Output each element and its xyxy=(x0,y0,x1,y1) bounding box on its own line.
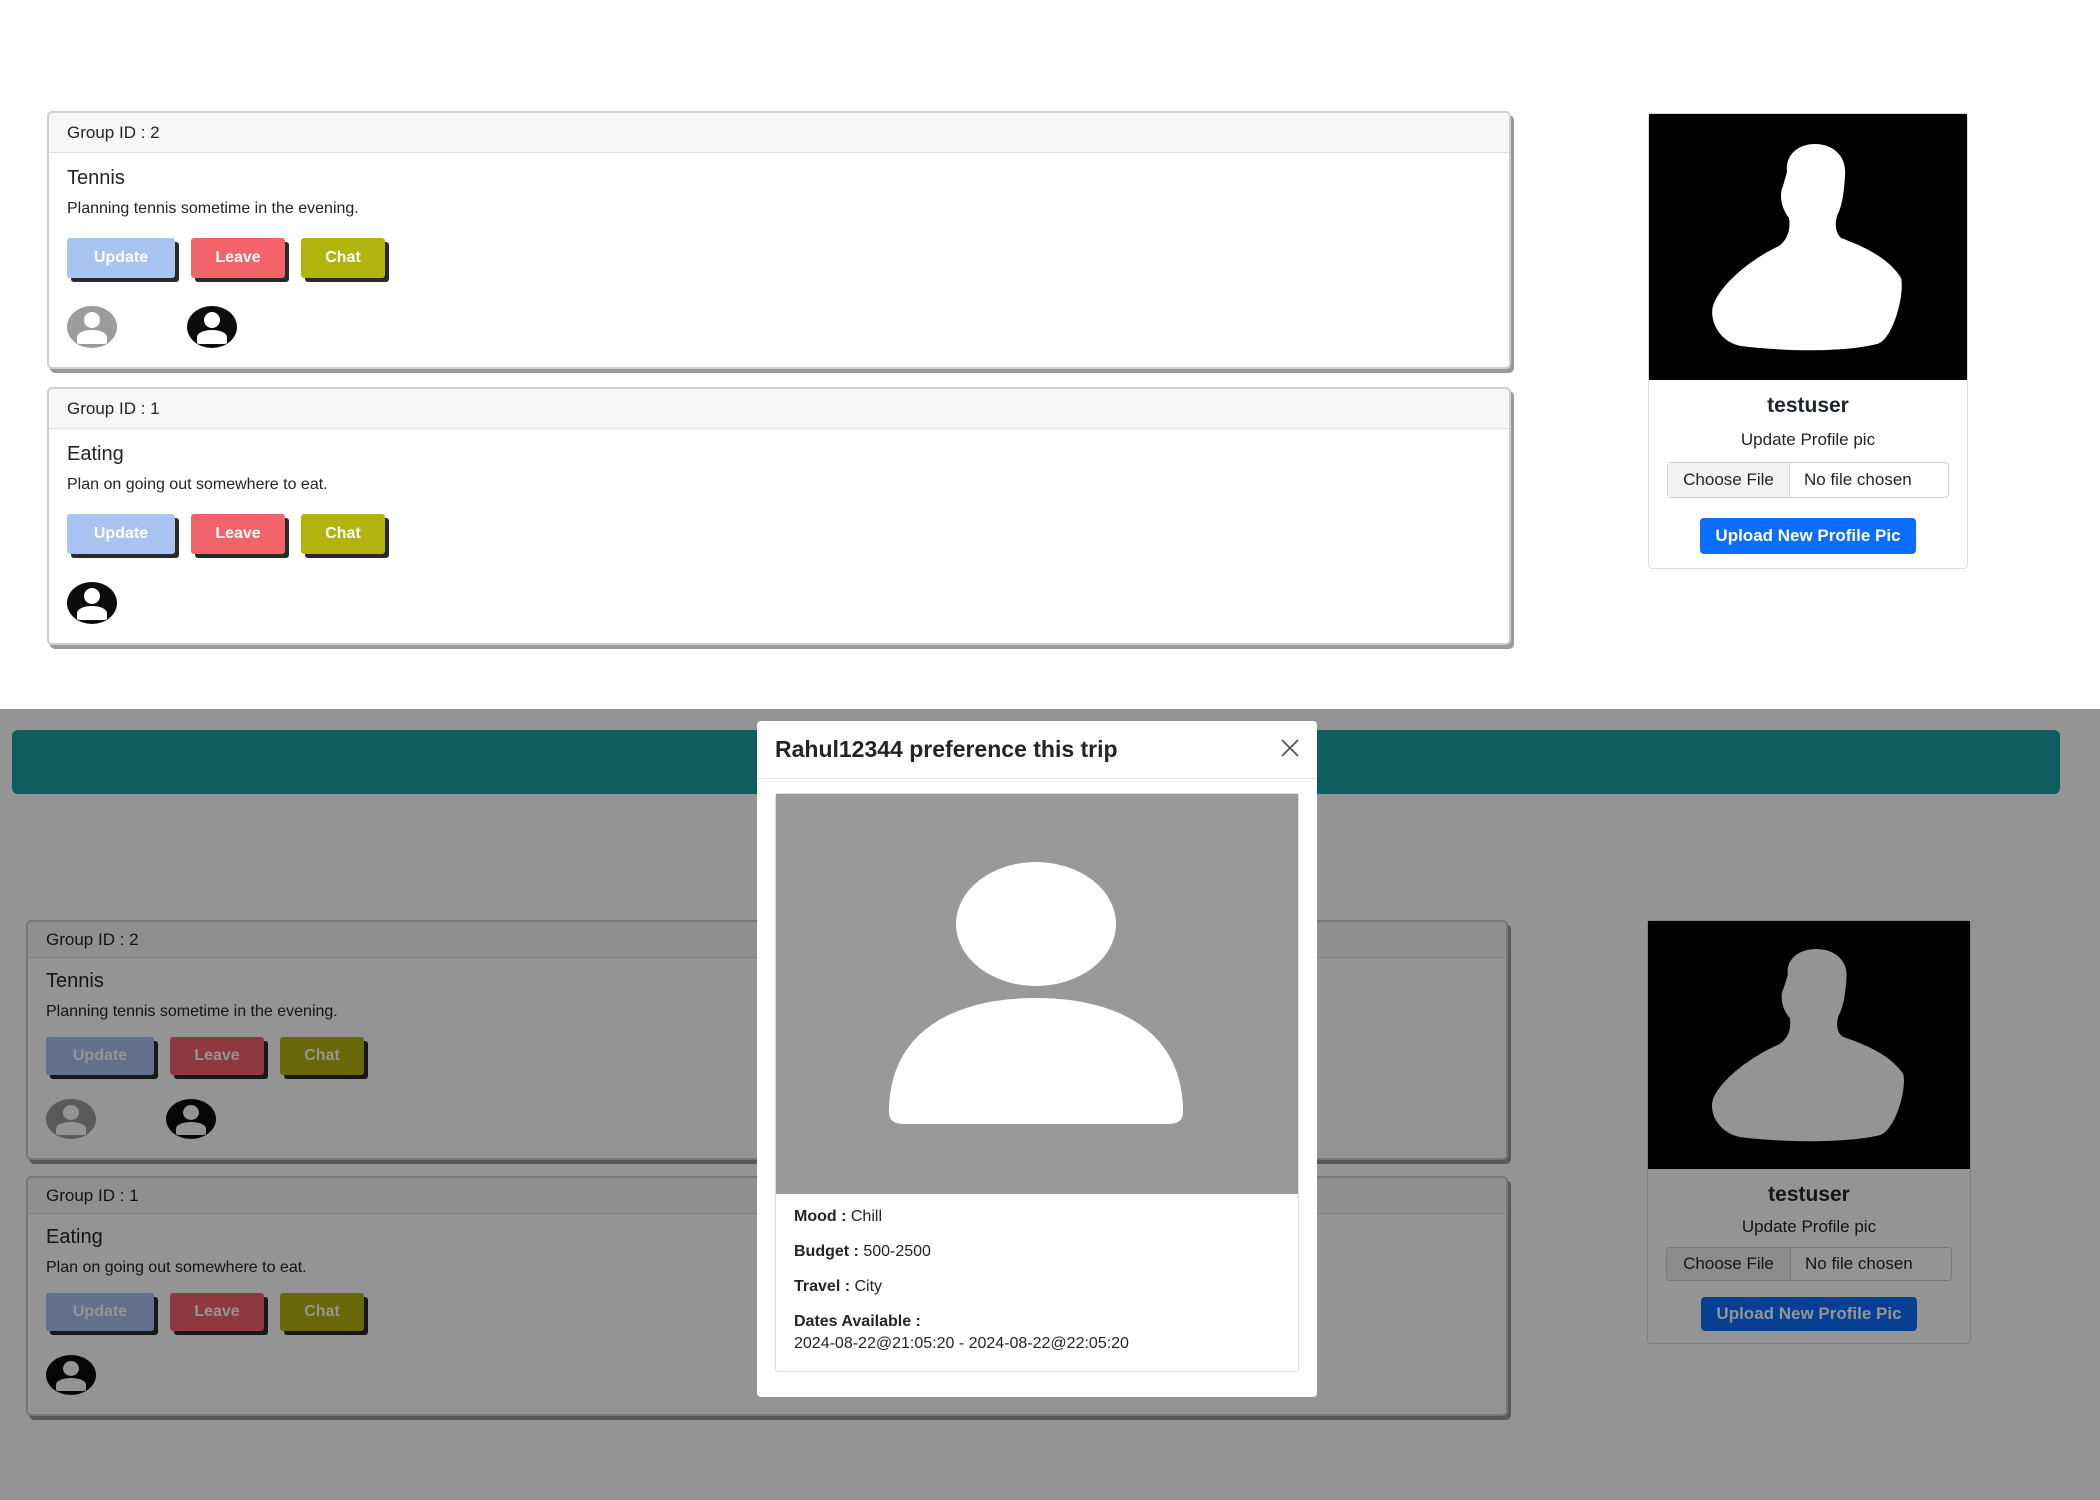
group-description: Planning tennis sometime in the evening. xyxy=(67,200,359,217)
profile-username: testuser xyxy=(1767,394,1849,417)
update-button[interactable]: Update xyxy=(67,238,175,278)
file-input[interactable]: Choose File No file chosen xyxy=(1667,462,1949,498)
member-avatar-icon[interactable] xyxy=(67,306,117,348)
travel-row: Travel : City xyxy=(794,1278,1280,1296)
group-id: Group ID : 1 xyxy=(49,389,1509,429)
travel-label: Travel : xyxy=(794,1278,851,1295)
choose-file-button[interactable]: Choose File xyxy=(1668,463,1790,497)
mood-row: Mood : Chill xyxy=(794,1208,1280,1226)
leave-button[interactable]: Leave xyxy=(191,514,285,554)
mood-value: Chill xyxy=(850,1208,882,1225)
modal-title: Rahul12344 preference this trip xyxy=(775,736,1118,762)
dates-row: Dates Available : 2024-08-22@21:05:20 - … xyxy=(794,1313,1280,1353)
user-placeholder-image xyxy=(776,794,1298,1194)
member-avatar-icon[interactable] xyxy=(187,306,237,348)
budget-row: Budget : 500-2500 xyxy=(794,1243,1280,1261)
travel-value: City xyxy=(854,1278,883,1295)
file-status: No file chosen xyxy=(1804,470,1912,489)
leave-button[interactable]: Leave xyxy=(191,238,285,278)
update-button[interactable]: Update xyxy=(67,514,175,554)
upload-profile-pic-button[interactable]: Upload New Profile Pic xyxy=(1700,518,1916,554)
member-avatar-icon[interactable] xyxy=(67,582,117,624)
budget-value: 500-2500 xyxy=(863,1243,931,1260)
chat-button[interactable]: Chat xyxy=(301,514,385,554)
chat-button[interactable]: Chat xyxy=(301,238,385,278)
update-profile-label: Update Profile pic xyxy=(1740,430,1876,449)
mood-label: Mood : xyxy=(794,1208,847,1225)
profile-card: testuser Update Profile pic Choose File … xyxy=(1648,113,1968,569)
budget-label: Budget : xyxy=(794,1243,859,1260)
profile-picture xyxy=(1649,114,1967,380)
dates-label: Dates Available : xyxy=(794,1313,921,1330)
group-card: Group ID : 2 Tennis Planning tennis some… xyxy=(47,111,1511,369)
user-placeholder-icon xyxy=(889,862,1183,1124)
close-icon[interactable] xyxy=(1279,735,1301,765)
dates-value: 2024-08-22@21:05:20 - 2024-08-22@22:05:2… xyxy=(794,1335,1129,1352)
group-id: Group ID : 2 xyxy=(49,113,1509,153)
preference-card: Mood : Chill Budget : 500-2500 Travel : … xyxy=(775,793,1299,1372)
group-title: Eating xyxy=(67,443,124,465)
preference-modal: Rahul12344 preference this trip Mood : C… xyxy=(757,721,1317,1397)
group-title: Tennis xyxy=(67,167,125,189)
user-silhouette-icon xyxy=(1712,144,1902,351)
group-card: Group ID : 1 Eating Plan on going out so… xyxy=(47,387,1511,645)
group-description: Plan on going out somewhere to eat. xyxy=(67,476,328,493)
